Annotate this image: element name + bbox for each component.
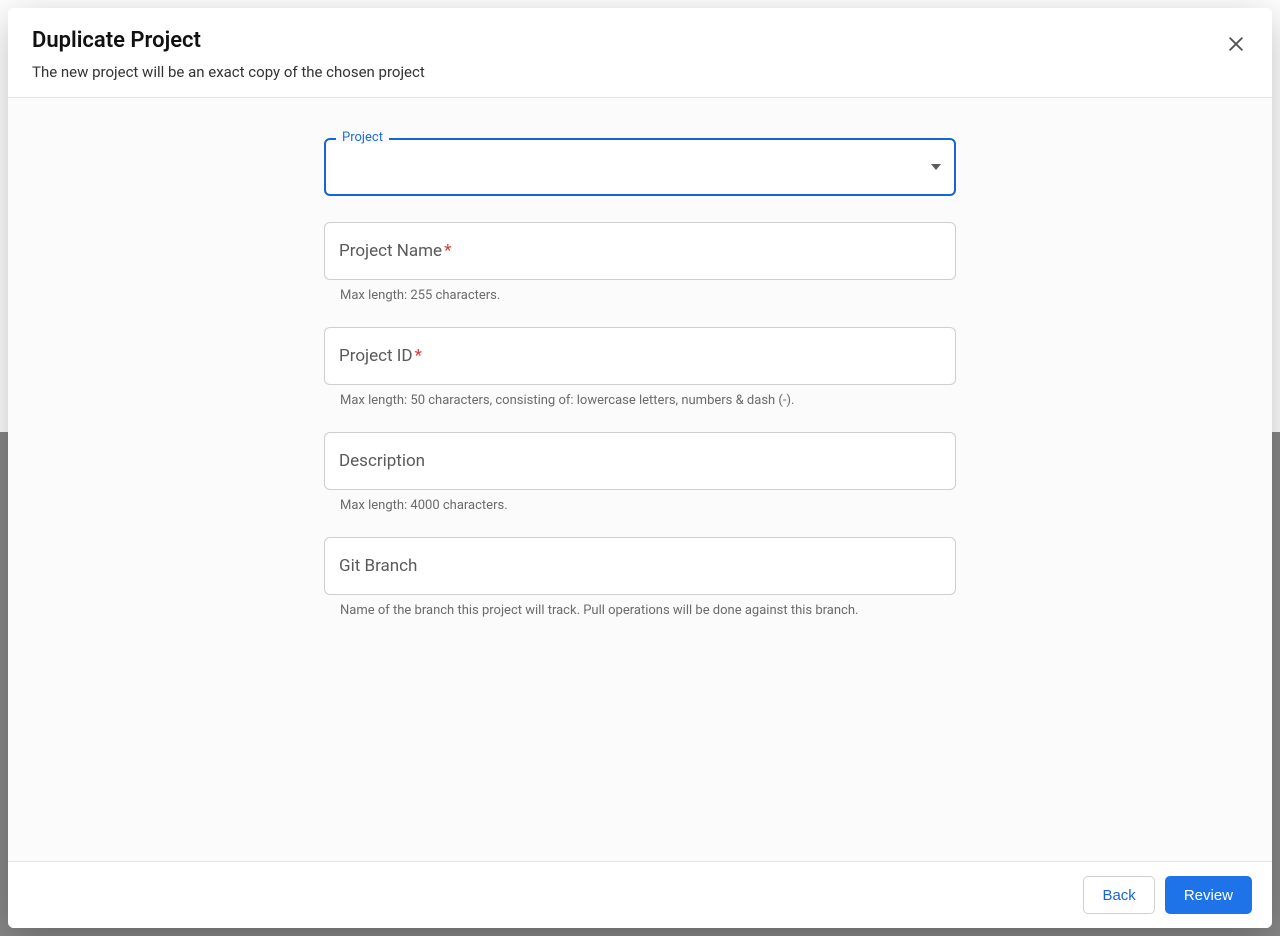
git-branch-input[interactable]: Git Branch xyxy=(324,537,956,595)
project-id-helper: Max length: 50 characters, consisting of… xyxy=(324,385,956,408)
required-indicator: * xyxy=(415,346,422,366)
close-button[interactable] xyxy=(1218,26,1254,62)
project-name-field: Project Name* Max length: 255 characters… xyxy=(324,222,956,303)
back-button[interactable]: Back xyxy=(1083,876,1154,914)
project-id-label: Project ID* xyxy=(339,346,422,366)
modal-body: Project Project Name* Max length: 255 ch… xyxy=(8,98,1272,861)
project-name-helper: Max length: 255 characters. xyxy=(324,280,956,303)
project-select[interactable]: Project xyxy=(324,138,956,196)
git-branch-helper: Name of the branch this project will tra… xyxy=(324,595,956,618)
description-input[interactable]: Description xyxy=(324,432,956,490)
project-field: Project xyxy=(324,138,956,196)
duplicate-project-modal: Duplicate Project The new project will b… xyxy=(8,8,1272,928)
project-name-input[interactable]: Project Name* xyxy=(324,222,956,280)
modal-header: Duplicate Project The new project will b… xyxy=(8,8,1272,98)
form: Project Project Name* Max length: 255 ch… xyxy=(324,138,956,618)
description-label: Description xyxy=(339,451,425,471)
close-icon xyxy=(1226,34,1246,54)
chevron-down-icon xyxy=(931,164,941,170)
project-id-field: Project ID* Max length: 50 characters, c… xyxy=(324,327,956,408)
project-name-label: Project Name* xyxy=(339,241,451,261)
git-branch-label: Git Branch xyxy=(339,556,417,576)
modal-footer: Back Review xyxy=(8,861,1272,928)
review-button[interactable]: Review xyxy=(1165,876,1252,914)
modal-title: Duplicate Project xyxy=(32,28,1248,53)
description-field: Description Max length: 4000 characters. xyxy=(324,432,956,513)
required-indicator: * xyxy=(444,241,451,261)
modal-subtitle: The new project will be an exact copy of… xyxy=(32,63,1248,81)
git-branch-field: Git Branch Name of the branch this proje… xyxy=(324,537,956,618)
project-id-input[interactable]: Project ID* xyxy=(324,327,956,385)
description-helper: Max length: 4000 characters. xyxy=(324,490,956,513)
project-label: Project xyxy=(336,131,389,144)
